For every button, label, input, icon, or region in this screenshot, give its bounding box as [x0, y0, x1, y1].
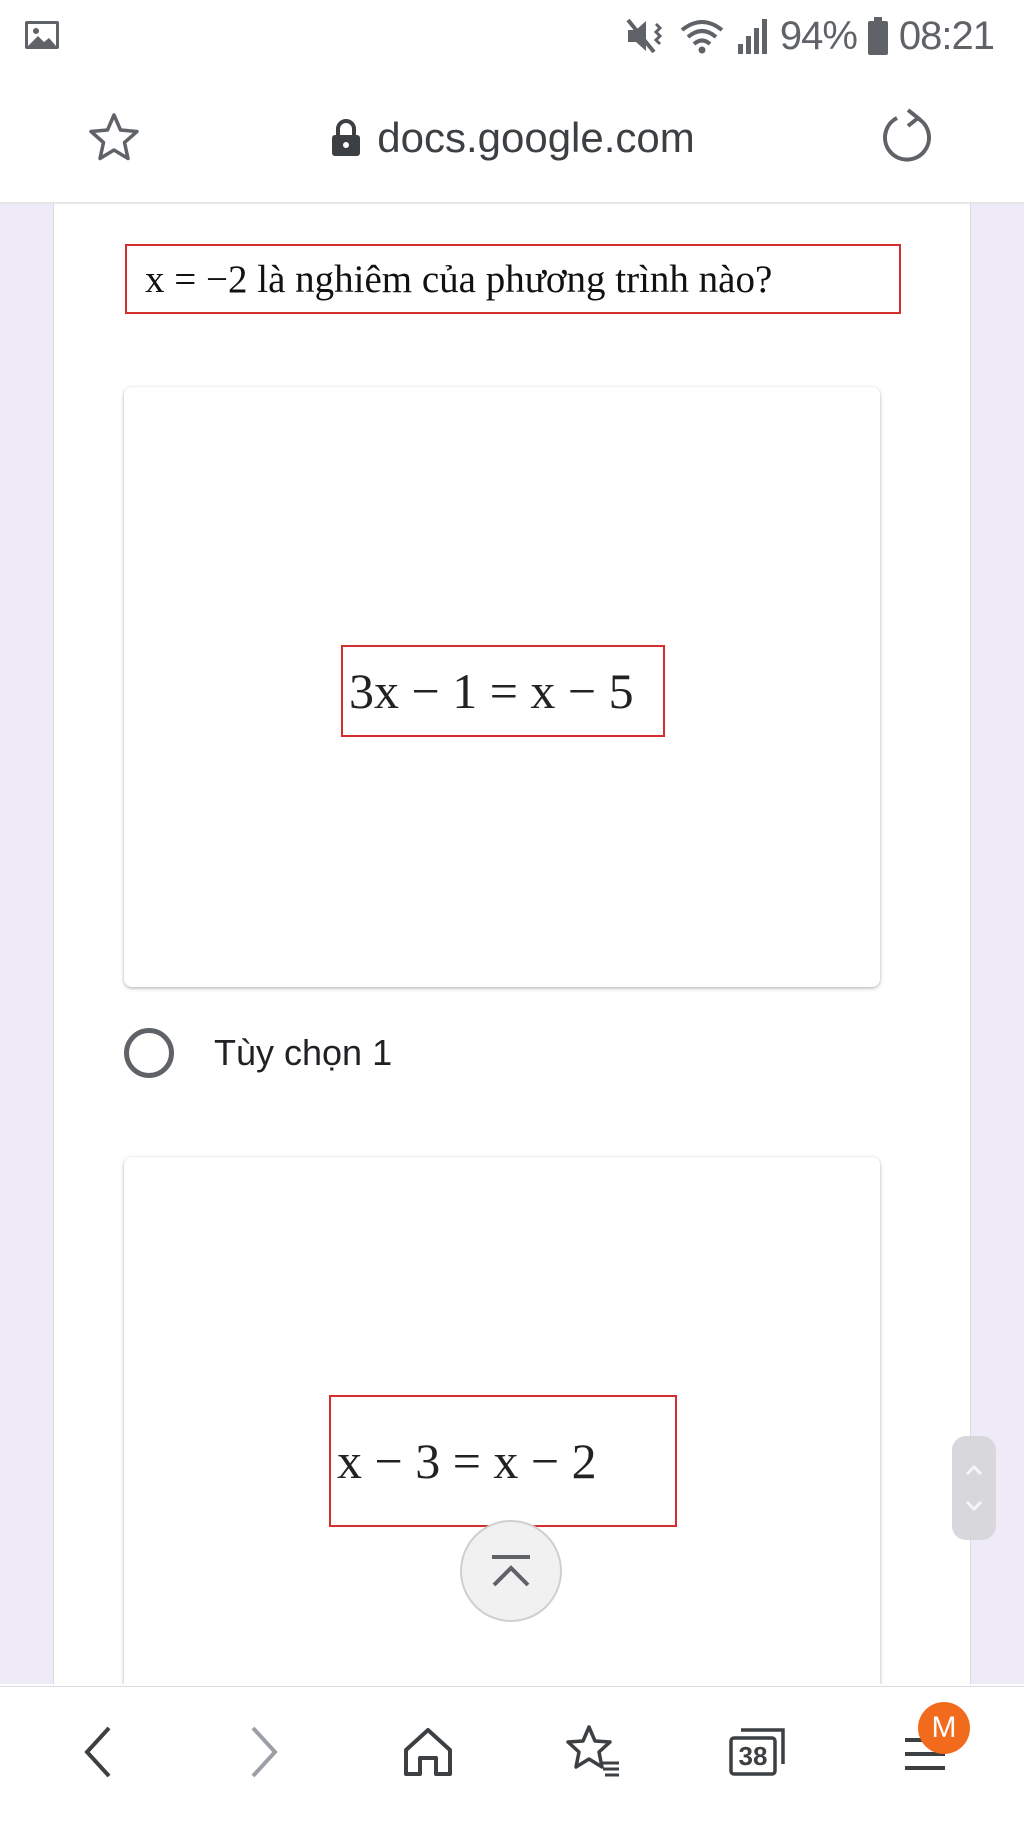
equation-box-1: 3x − 1 = x − 5	[341, 645, 665, 737]
equation-box-2: x − 3 = x − 2	[329, 1395, 677, 1527]
battery-icon	[867, 17, 888, 55]
signal-icon	[737, 19, 767, 54]
address-bar: docs.google.com	[0, 72, 1024, 204]
home-button[interactable]	[393, 1717, 463, 1787]
gallery-notification-icon	[25, 21, 59, 49]
home-icon	[404, 1728, 452, 1776]
tabs-count: 38	[738, 1740, 768, 1771]
status-bar: 94% 08:21	[0, 0, 1024, 72]
form-sheet: x = −2 là nghiêm của phương trình nào? 3…	[53, 204, 971, 1684]
back-button[interactable]	[64, 1717, 134, 1787]
back-icon	[84, 1726, 111, 1778]
equation-text-2: x − 3 = x − 2	[337, 1433, 597, 1489]
lock-icon	[332, 119, 361, 156]
menu-badge: M	[918, 1702, 970, 1754]
option-image-card-1: 3x − 1 = x − 5	[124, 387, 880, 987]
tabs-button[interactable]: 38	[722, 1717, 792, 1787]
wifi-icon	[680, 20, 724, 54]
battery-percent: 94%	[779, 13, 858, 58]
question-text: x = −2 là nghiêm của phương trình nào?	[145, 257, 773, 301]
forward-button[interactable]	[228, 1717, 298, 1787]
option-label-1: Tùy chọn 1	[214, 1032, 393, 1073]
page-viewport: x = −2 là nghiêm của phương trình nào? 3…	[0, 204, 1024, 1684]
status-icons: 94% 08:21	[624, 10, 995, 62]
option-row-1[interactable]: Tùy chọn 1	[124, 1022, 392, 1084]
fast-scroll-handle[interactable]	[952, 1436, 996, 1540]
radio-button-1[interactable]	[124, 1028, 174, 1078]
question-box: x = −2 là nghiêm của phương trình nào?	[125, 244, 901, 314]
mute-vibrate-icon	[626, 18, 662, 54]
bottom-navigation: 38	[0, 1686, 1024, 1821]
url-text: docs.google.com	[377, 114, 695, 161]
bookmarks-button[interactable]	[558, 1717, 628, 1787]
reload-icon[interactable]	[878, 106, 938, 166]
forward-icon	[251, 1726, 278, 1778]
url-field[interactable]: docs.google.com	[0, 110, 1024, 166]
scroll-to-top-icon	[492, 1555, 530, 1587]
bookmarks-icon	[566, 1725, 619, 1777]
clock: 08:21	[898, 13, 995, 58]
equation-text-1: 3x − 1 = x − 5	[349, 663, 634, 719]
scroll-to-top-button[interactable]	[460, 1520, 562, 1622]
scroll-chevrons-icon	[965, 1464, 983, 1512]
